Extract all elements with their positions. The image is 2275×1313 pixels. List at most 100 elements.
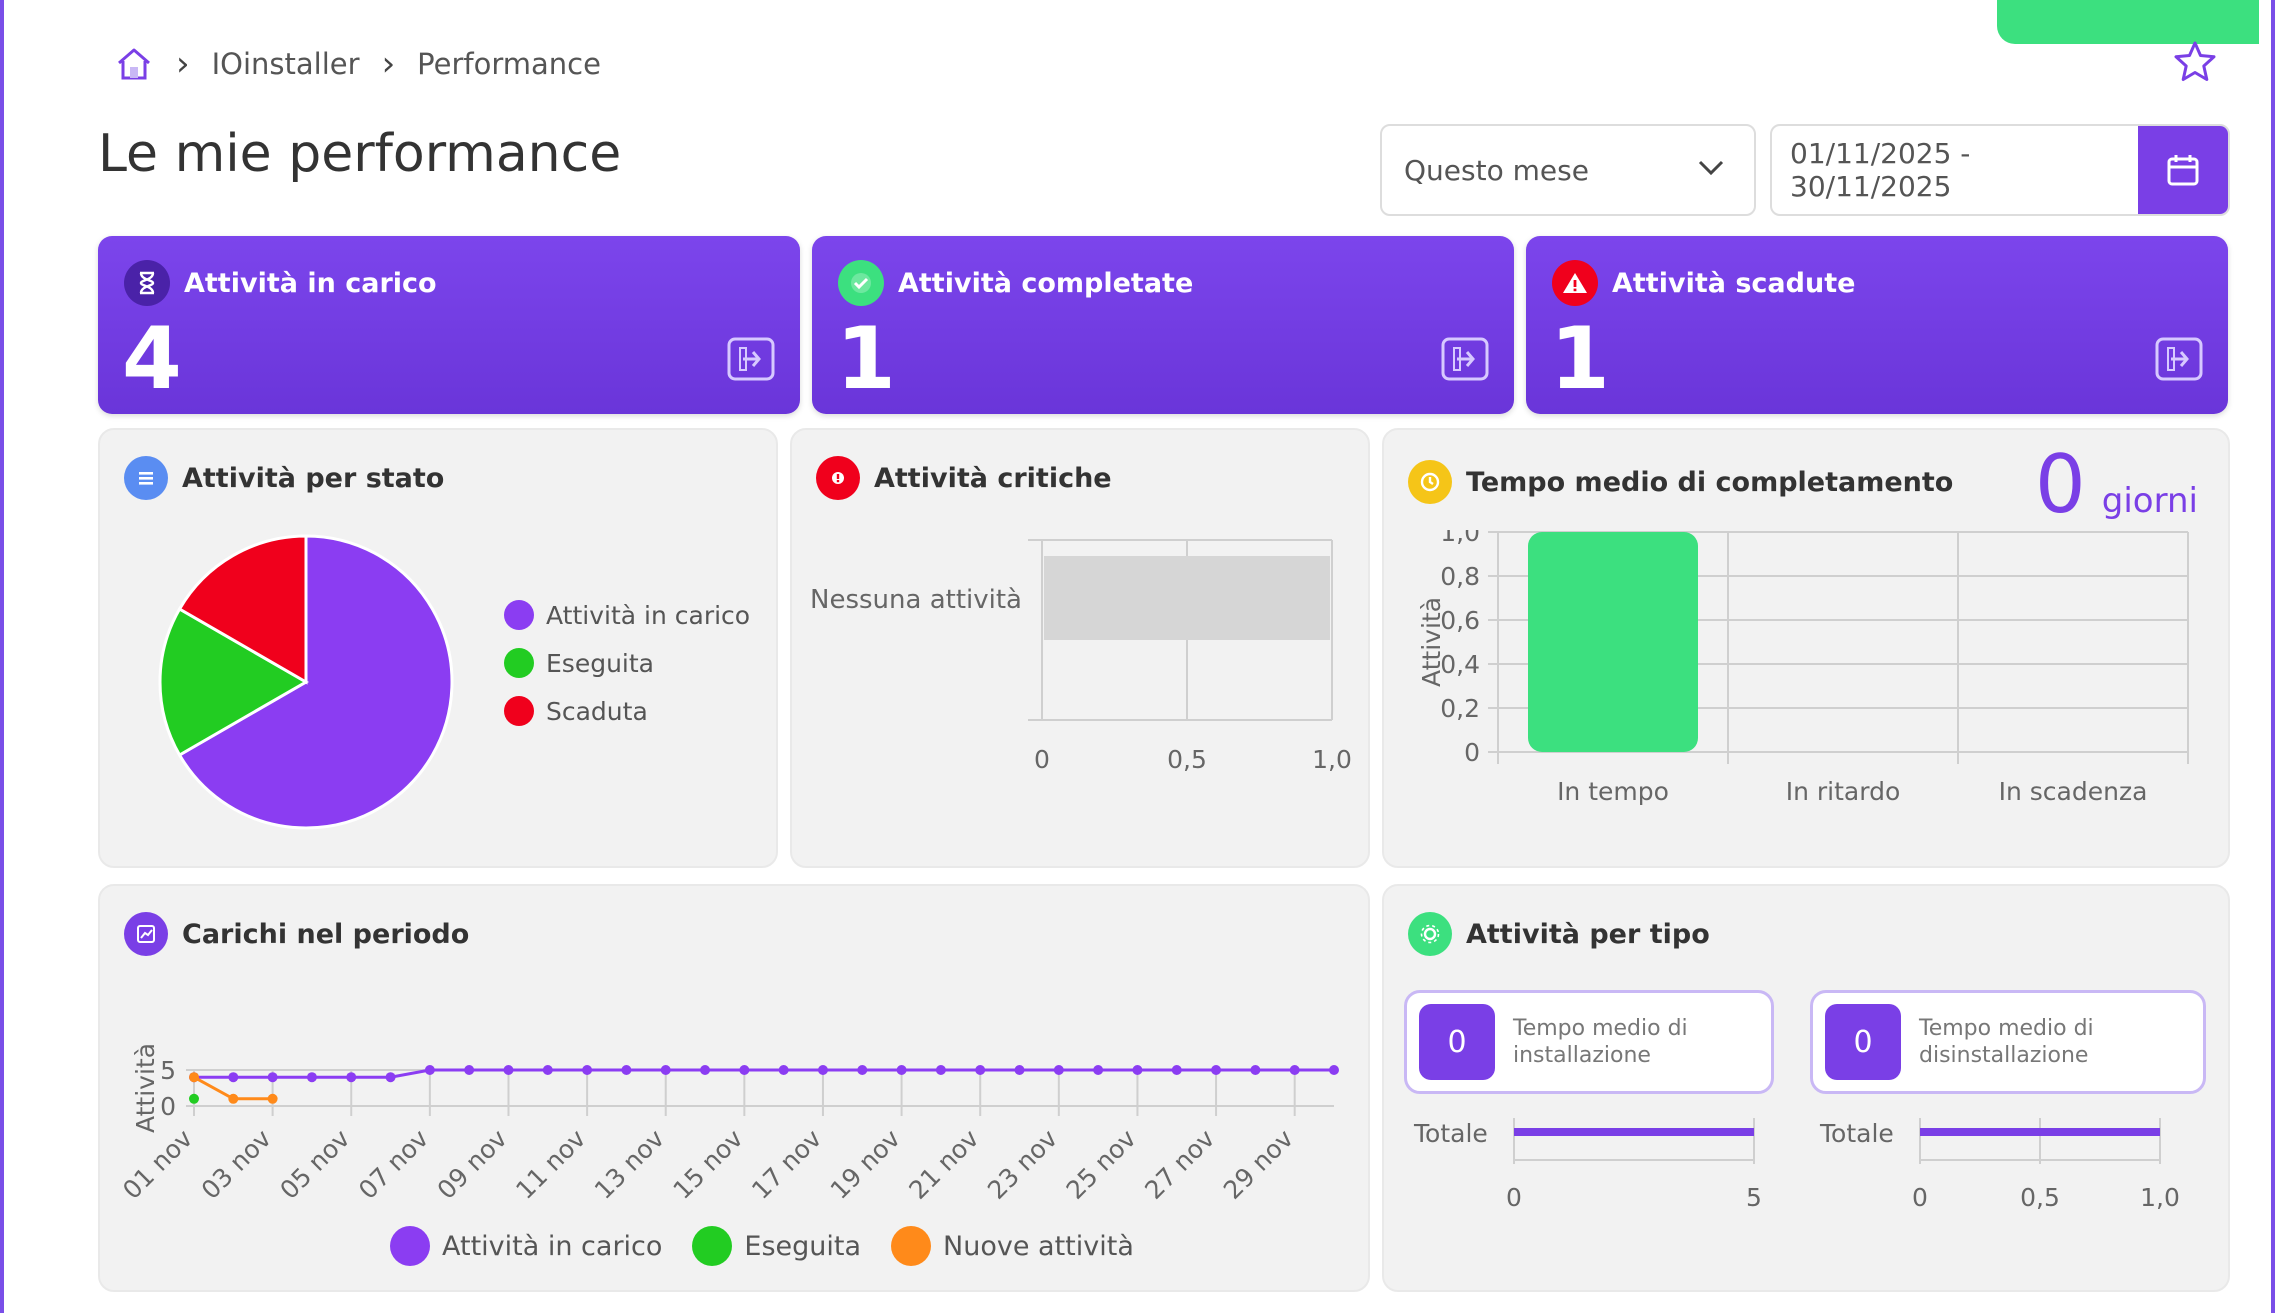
data-point <box>621 1065 632 1075</box>
legend-item[interactable]: Attività in carico <box>504 600 750 630</box>
period-select[interactable]: Questo mese <box>1380 124 1756 216</box>
warning-icon <box>1552 260 1598 306</box>
y-tick-label: 0,2 <box>1440 694 1480 723</box>
data-point <box>857 1065 868 1075</box>
card-activities-by-status: Attività per stato Attività in carico Es… <box>98 428 778 868</box>
kpi-card-in-carico[interactable]: Attività in carico 4 <box>98 236 800 414</box>
check-icon <box>838 260 884 306</box>
uninstall-bar-chart: 0 0,5 1,0 Totale <box>1819 1118 2180 1212</box>
average-days: 0 giorni <box>2035 438 2198 531</box>
data-point <box>503 1065 514 1075</box>
series-line <box>194 1068 1334 1079</box>
average-days-unit: giorni <box>2101 481 2198 521</box>
x-tick-label: 29 nov <box>1218 1124 1299 1205</box>
chevron-right-icon: › <box>381 44 396 84</box>
legend-item[interactable]: Eseguita <box>692 1226 861 1266</box>
x-tick-label: 1,0 <box>2140 1183 2180 1212</box>
x-tick-label: 0 <box>1506 1183 1522 1212</box>
card-title: Attività critiche <box>874 462 1112 494</box>
star-icon[interactable] <box>2171 38 2219 90</box>
x-tick-label: In ritardo <box>1786 777 1901 806</box>
bar <box>1044 556 1330 640</box>
data-point <box>1250 1065 1261 1075</box>
pie-legend: Attività in carico Eseguita Scaduta <box>504 600 750 726</box>
y-tick-label: 0,8 <box>1440 562 1480 591</box>
x-tick-label: 27 nov <box>1139 1124 1220 1205</box>
calendar-button[interactable] <box>2138 126 2228 214</box>
open-icon[interactable] <box>726 336 776 386</box>
x-tick-label: 09 nov <box>432 1124 513 1205</box>
y-tick-label: 0 <box>1464 738 1480 767</box>
x-tick-label: 0 <box>1034 745 1050 774</box>
legend-label: Eseguita <box>744 1230 862 1262</box>
data-point <box>306 1072 317 1083</box>
data-point <box>975 1065 986 1075</box>
date-range-input[interactable]: 01/11/2025 - 30/11/2025 <box>1772 137 2138 203</box>
data-point <box>267 1093 278 1104</box>
x-tick-label: 1,0 <box>1312 745 1352 774</box>
legend-swatch <box>504 600 534 630</box>
legend-swatch <box>504 696 534 726</box>
data-point <box>1053 1065 1064 1075</box>
uninstall-time-box[interactable]: 0 Tempo medio di disinstallazione <box>1810 990 2206 1094</box>
legend-label: Attività in carico <box>546 600 751 630</box>
x-tick-label: 25 nov <box>1061 1124 1142 1205</box>
chevron-down-icon <box>1694 150 1728 191</box>
data-point <box>1171 1065 1182 1075</box>
data-point <box>1014 1065 1025 1075</box>
breadcrumb-item-ioinstaller[interactable]: IOinstaller <box>212 47 360 81</box>
x-tick-label: 19 nov <box>825 1124 906 1205</box>
bar <box>1528 532 1698 752</box>
legend-item[interactable]: Nuove attività <box>891 1226 1134 1266</box>
card-period-loads: Carichi nel periodo 0 5 01 nov 03 nov 05 nov… <box>98 884 1370 1292</box>
data-point <box>1093 1065 1104 1075</box>
x-tick-label: In scadenza <box>1999 777 2148 806</box>
x-tick-label: 11 nov <box>510 1124 591 1205</box>
legend-item[interactable]: Eseguita <box>504 648 750 678</box>
line-chart-icon <box>124 912 168 956</box>
data-point <box>739 1065 750 1075</box>
install-time-box[interactable]: 0 Tempo medio di installazione <box>1404 990 1774 1094</box>
install-time-value: 0 <box>1419 1004 1495 1080</box>
list-icon <box>124 456 168 500</box>
home-icon[interactable] <box>114 44 154 84</box>
uninstall-time-label: Tempo medio di disinstallazione <box>1919 1015 2094 1069</box>
pie-chart <box>158 534 454 830</box>
kpi-value: 1 <box>1550 309 1610 409</box>
clock-icon <box>1408 460 1452 504</box>
gear-icon <box>1408 912 1452 956</box>
x-tick-label: 21 nov <box>903 1124 984 1205</box>
kpi-card-completate[interactable]: Attività completate 1 <box>812 236 1514 414</box>
y-tick-label: 0 <box>160 1092 176 1121</box>
card-critical-activities: Attività critiche 0 0,5 1,0 Nessuna attivit… <box>790 428 1370 868</box>
open-icon[interactable] <box>2154 336 2204 386</box>
card-activities-by-type: Attività per tipo 0 Tempo medio di insta… <box>1382 884 2230 1292</box>
y-tick-label: Totale <box>1819 1119 1894 1148</box>
card-average-completion-time: Tempo medio di completamento 0 giorni 00… <box>1382 428 2230 868</box>
legend-item[interactable]: Scaduta <box>504 696 750 726</box>
install-time-label: Tempo medio di installazione <box>1513 1015 1688 1069</box>
legend-item[interactable]: Attività in carico <box>390 1226 662 1266</box>
data-point <box>778 1065 789 1075</box>
open-icon[interactable] <box>1440 336 1490 386</box>
completion-time-bar-chart: 0 0,2 0,4 0,6 0,8 1,0 In tempo In ritardo In sca… <box>1417 530 2189 806</box>
legend-swatch <box>692 1226 733 1266</box>
legend-swatch <box>891 1226 932 1266</box>
x-tick-label: 13 nov <box>589 1124 670 1205</box>
card-title: Attività per stato <box>182 462 445 494</box>
legend-label: Nuove attività <box>943 1230 1134 1262</box>
date-range-picker[interactable]: 01/11/2025 - 30/11/2025 <box>1770 124 2230 216</box>
y-tick-label: 5 <box>160 1056 176 1085</box>
data-point <box>896 1065 907 1075</box>
legend-label: Scaduta <box>546 696 648 726</box>
data-point <box>1329 1065 1339 1075</box>
x-tick-label: 17 nov <box>746 1124 827 1205</box>
kpi-value: 1 <box>836 309 896 409</box>
data-point <box>346 1072 357 1083</box>
data-point <box>228 1093 239 1104</box>
card-title: Attività per tipo <box>1466 918 1710 950</box>
bar <box>1920 1128 2160 1136</box>
uninstall-time-value: 0 <box>1825 1004 1901 1080</box>
data-point <box>817 1065 828 1075</box>
kpi-card-scadute[interactable]: Attività scadute 1 <box>1526 236 2228 414</box>
